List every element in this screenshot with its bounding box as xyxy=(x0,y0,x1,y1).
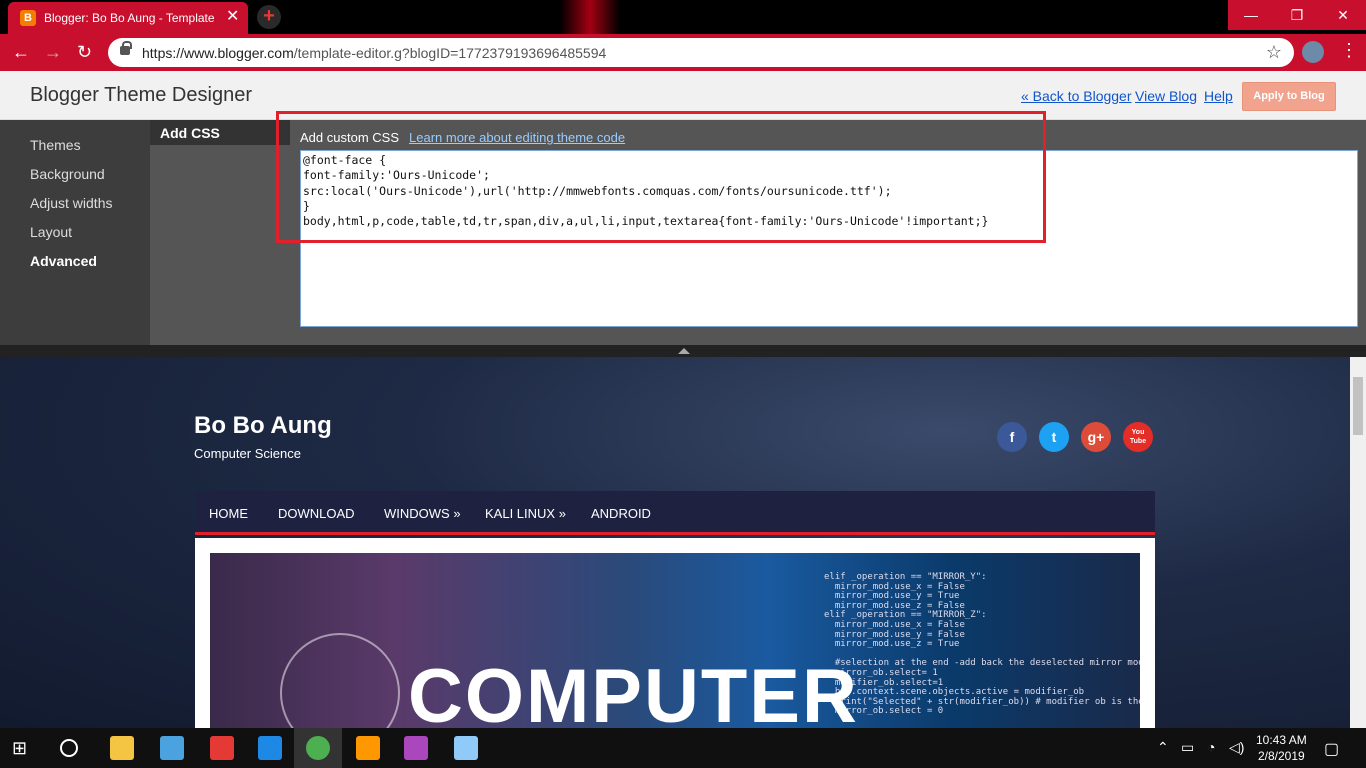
blogger-favicon-icon: B xyxy=(20,10,36,26)
browser-tab[interactable]: B Blogger: Bo Bo Aung - Template ✕ xyxy=(8,2,248,34)
banner-image[interactable]: elif _operation == "MIRROR_Y": mirror_mo… xyxy=(210,553,1140,728)
address-bar[interactable]: https://www.blogger.com/template-editor.… xyxy=(108,38,1294,67)
nav-kali-linux[interactable]: KALI LINUX » xyxy=(485,506,566,521)
twitter-icon[interactable]: t xyxy=(1039,422,1069,452)
google-plus-icon[interactable]: g+ xyxy=(1081,422,1111,452)
view-blog-link[interactable]: View Blog xyxy=(1135,88,1197,104)
sidebar-item-adjust-widths[interactable]: Adjust widths xyxy=(30,195,112,211)
apply-to-blog-button[interactable]: Apply to Blog xyxy=(1242,82,1336,111)
help-link[interactable]: Help xyxy=(1204,88,1233,104)
network-graphic xyxy=(280,633,400,728)
close-window-button[interactable]: ✕ xyxy=(1320,0,1366,30)
url-text: https://www.blogger.com/template-editor.… xyxy=(142,45,607,61)
banner-headline: COMPUTER xyxy=(408,654,859,728)
scrollbar-thumb[interactable] xyxy=(1353,377,1363,435)
clock-time: 10:43 AM xyxy=(1256,733,1307,747)
reload-icon[interactable]: ↻ xyxy=(77,42,92,62)
advanced-subpanel: Add CSS xyxy=(150,120,290,345)
battery-icon[interactable]: ▭ xyxy=(1181,739,1194,756)
page-title: Blogger Theme Designer xyxy=(30,84,252,106)
youtube-icon[interactable]: You Tube xyxy=(1123,422,1153,452)
wifi-icon[interactable]: ◔ xyxy=(1207,739,1215,755)
highlight-annotation xyxy=(276,111,1046,243)
tab-close-icon[interactable]: ✕ xyxy=(226,8,239,26)
browser-toolbar: ← → ↻ https://www.blogger.com/template-e… xyxy=(0,34,1366,71)
nav-home[interactable]: HOME xyxy=(209,506,248,521)
background-glow xyxy=(560,0,620,34)
tab-title: Blogger: Bo Bo Aung - Template xyxy=(44,11,215,25)
minimize-button[interactable]: — xyxy=(1228,0,1274,30)
browser-tab-strip: B Blogger: Bo Bo Aung - Template ✕ + — ❐… xyxy=(0,0,1366,34)
blog-nav-bar: HOME DOWNLOAD WINDOWS » KALI LINUX » AND… xyxy=(195,491,1155,535)
featured-post: elif _operation == "MIRROR_Y": mirror_mo… xyxy=(195,538,1155,728)
system-clock[interactable]: 10:43 AM 2/8/2019 xyxy=(1256,732,1307,764)
picasa-icon[interactable] xyxy=(404,736,428,760)
windows-start-icon[interactable]: ⊞ xyxy=(12,736,36,760)
facebook-icon[interactable]: f xyxy=(997,422,1027,452)
blog-preview: Bo Bo Aung Computer Science f t g+ You T… xyxy=(0,357,1350,728)
file-explorer-icon[interactable] xyxy=(110,736,134,760)
add-css-tab[interactable]: Add CSS xyxy=(150,120,290,145)
show-hidden-icons-icon[interactable]: ⌃ xyxy=(1157,739,1169,756)
nav-download[interactable]: DOWNLOAD xyxy=(278,506,355,521)
cortana-icon[interactable] xyxy=(60,739,78,757)
browser-menu-icon[interactable]: ⋮ xyxy=(1340,40,1358,61)
nav-windows[interactable]: WINDOWS » xyxy=(384,506,461,521)
bookmark-star-icon[interactable]: ☆ xyxy=(1266,42,1282,63)
panel-divider[interactable] xyxy=(0,345,1366,357)
sublime-icon[interactable] xyxy=(356,736,380,760)
forward-icon[interactable]: → xyxy=(44,42,62,62)
clock-date: 2/8/2019 xyxy=(1257,749,1305,763)
lock-icon xyxy=(120,41,132,55)
profile-avatar[interactable] xyxy=(1302,41,1324,63)
sidebar-item-advanced[interactable]: Advanced xyxy=(30,253,97,269)
notepad-icon[interactable] xyxy=(454,736,478,760)
blog-subtitle: Computer Science xyxy=(194,446,301,461)
new-tab-button[interactable]: + xyxy=(257,5,281,29)
banner-code-text: elif _operation == "MIRROR_Y": mirror_mo… xyxy=(824,572,1140,717)
screen: B Blogger: Bo Bo Aung - Template ✕ + — ❐… xyxy=(0,0,1366,768)
preview-scrollbar[interactable] xyxy=(1350,357,1366,728)
chrome-icon[interactable] xyxy=(306,736,330,760)
collapse-arrow-icon[interactable] xyxy=(678,348,690,354)
back-icon[interactable]: ← xyxy=(12,42,30,62)
blog-title[interactable]: Bo Bo Aung xyxy=(194,412,332,440)
sidebar-item-layout[interactable]: Layout xyxy=(30,224,72,240)
back-to-blogger-link[interactable]: « Back to Blogger xyxy=(1021,88,1132,104)
edge-icon[interactable] xyxy=(258,736,282,760)
volume-icon[interactable]: ◁) xyxy=(1229,739,1244,756)
notifications-icon[interactable]: ▢ xyxy=(1324,739,1339,759)
sidebar-item-themes[interactable]: Themes xyxy=(30,137,81,153)
windows-taskbar: ⌃ ▭ ◔ ◁) 10:43 AM 2/8/2019 ▢ ⊞ xyxy=(0,728,1366,768)
sidebar-item-background[interactable]: Background xyxy=(30,166,105,182)
control-panel-icon[interactable] xyxy=(160,736,184,760)
ccleaner-icon[interactable] xyxy=(210,736,234,760)
maximize-button[interactable]: ❐ xyxy=(1274,0,1320,30)
designer-sidebar: Themes Background Adjust widths Layout A… xyxy=(0,120,150,345)
nav-android[interactable]: ANDROID xyxy=(591,506,651,521)
